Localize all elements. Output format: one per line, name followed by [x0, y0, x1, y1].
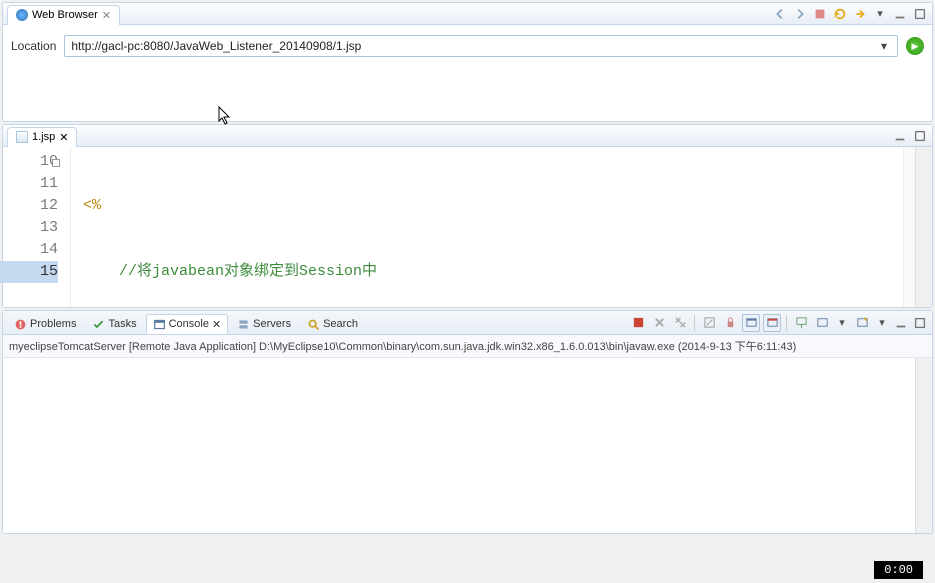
stop-icon[interactable] — [812, 6, 828, 22]
back-icon[interactable] — [772, 6, 788, 22]
tab-search[interactable]: Search — [300, 314, 365, 334]
editor-panel: 1.jsp ✕ 10 11 12 13 14 15 <% //将javabean… — [2, 124, 933, 308]
url-text: http://gacl-pc:8080/JavaWeb_Listener_201… — [71, 39, 361, 53]
remove-all-icon[interactable] — [671, 314, 689, 332]
bottom-panel: Problems Tasks Console ✕ Servers Search — [2, 310, 933, 534]
console-output[interactable] — [3, 358, 932, 533]
globe-icon — [16, 9, 28, 21]
close-icon[interactable]: ✕ — [59, 131, 68, 144]
timer-badge: 0:00 — [874, 561, 923, 579]
go-url-icon[interactable] — [852, 6, 868, 22]
line-number: 11 — [3, 173, 58, 195]
tasks-icon — [92, 318, 105, 331]
browser-toolbar: ▾ — [772, 6, 928, 22]
separator — [786, 315, 787, 331]
browser-tab[interactable]: Web Browser ✕ — [7, 5, 120, 25]
go-button[interactable]: ▶ — [906, 37, 924, 55]
jsp-file-icon — [16, 131, 28, 143]
code-token: <% — [83, 197, 101, 214]
menu-chevron-icon[interactable]: ▾ — [872, 6, 888, 22]
browser-tab-label: Web Browser — [32, 9, 98, 21]
problems-icon — [14, 318, 27, 331]
overview-ruler — [903, 147, 915, 307]
clear-console-icon[interactable] — [700, 314, 718, 332]
url-drop-icon[interactable]: ▾ — [877, 39, 891, 53]
line-number: 14 — [3, 239, 58, 261]
chevron-down-icon[interactable]: ▾ — [834, 315, 850, 331]
tab-label: Servers — [253, 318, 291, 330]
tab-console[interactable]: Console ✕ — [146, 314, 229, 334]
close-icon[interactable]: ✕ — [102, 9, 111, 22]
tab-label: Problems — [30, 318, 76, 330]
browser-tabbar: Web Browser ✕ ▾ — [3, 3, 932, 25]
refresh-icon[interactable] — [832, 6, 848, 22]
line-number: 13 — [3, 217, 58, 239]
forward-icon[interactable] — [792, 6, 808, 22]
code-comment: //将javabean对象绑定到Session中 — [119, 263, 377, 280]
open-console-icon[interactable] — [853, 314, 871, 332]
console-icon — [153, 318, 166, 331]
tab-label: Tasks — [108, 318, 136, 330]
tab-servers[interactable]: Servers — [230, 314, 298, 334]
remove-terminated-icon[interactable] — [650, 314, 668, 332]
minimize-icon[interactable] — [892, 6, 908, 22]
vertical-scrollbar[interactable] — [915, 147, 932, 307]
maximize-icon[interactable] — [912, 128, 928, 144]
separator — [694, 315, 695, 331]
editor-tab[interactable]: 1.jsp ✕ — [7, 127, 77, 147]
console-process-label: myeclipseTomcatServer [Remote Java Appli… — [3, 335, 932, 358]
editor-tabbar: 1.jsp ✕ — [3, 125, 932, 147]
vertical-scrollbar[interactable] — [915, 358, 932, 533]
code-body[interactable]: <% //将javabean对象绑定到Session中 session.setA… — [71, 147, 903, 307]
line-number: 10 — [3, 151, 58, 173]
line-number: 15 — [0, 261, 58, 283]
servers-icon — [237, 318, 250, 331]
search-icon — [307, 318, 320, 331]
browser-viewport — [3, 67, 932, 121]
location-row: Location http://gacl-pc:8080/JavaWeb_Lis… — [3, 25, 932, 67]
maximize-icon[interactable] — [912, 6, 928, 22]
line-gutter: 10 11 12 13 14 15 — [3, 147, 71, 307]
chevron-down-icon[interactable]: ▾ — [874, 315, 890, 331]
web-browser-panel: Web Browser ✕ ▾ Location http://gacl-pc:… — [2, 2, 933, 122]
tab-label: Search — [323, 318, 358, 330]
maximize-icon[interactable] — [912, 315, 928, 331]
code-editor[interactable]: 10 11 12 13 14 15 <% //将javabean对象绑定到Ses… — [3, 147, 932, 307]
show-console-on-out-icon[interactable] — [742, 314, 760, 332]
location-label: Location — [11, 39, 56, 53]
editor-tab-label: 1.jsp — [32, 131, 55, 143]
pin-console-icon[interactable] — [792, 314, 810, 332]
line-number: 12 — [3, 195, 58, 217]
console-toolbar: ▾ ▾ — [629, 314, 928, 332]
tab-problems[interactable]: Problems — [7, 314, 83, 334]
minimize-icon[interactable] — [892, 128, 908, 144]
tab-label: Console — [169, 318, 209, 330]
views-tabbar: Problems Tasks Console ✕ Servers Search — [3, 311, 932, 335]
terminate-icon[interactable] — [629, 314, 647, 332]
scroll-lock-icon[interactable] — [721, 314, 739, 332]
minimize-icon[interactable] — [893, 315, 909, 331]
display-selected-console-icon[interactable] — [813, 314, 831, 332]
url-input[interactable]: http://gacl-pc:8080/JavaWeb_Listener_201… — [64, 35, 898, 57]
editor-toolbar — [892, 128, 928, 144]
close-icon[interactable]: ✕ — [212, 318, 221, 331]
show-console-on-err-icon[interactable] — [763, 314, 781, 332]
tab-tasks[interactable]: Tasks — [85, 314, 143, 334]
